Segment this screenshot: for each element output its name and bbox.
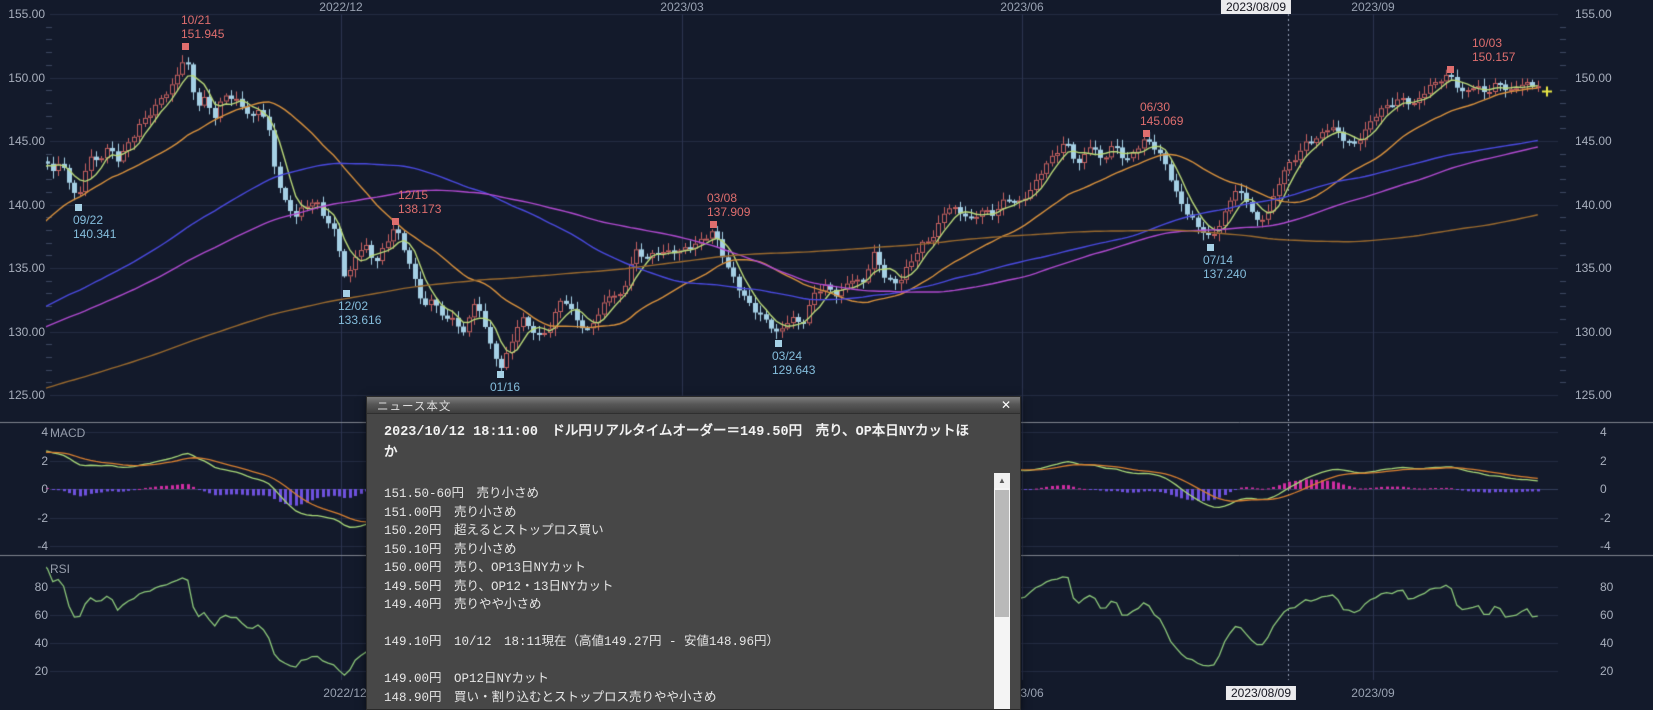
bottom-axis-label: 2022/12 bbox=[323, 686, 366, 700]
swing-point-marker bbox=[497, 371, 504, 378]
macd-tick-right: 0 bbox=[1600, 482, 1607, 496]
dialog-titlebar[interactable]: ニュース本文 ✕ bbox=[367, 397, 1020, 414]
macd-tick-left: 4 bbox=[8, 425, 48, 439]
macd-tick-right: -4 bbox=[1600, 539, 1611, 553]
swing-point-label: 06/30145.069 bbox=[1140, 100, 1183, 128]
news-headline: 2023/10/12 18:11:00 ドル円リアルタイムオーダー＝149.50… bbox=[384, 419, 975, 461]
price-tick-right: 130.00 bbox=[1575, 325, 1612, 339]
top-axis-label-selected: 2023/08/09 bbox=[1221, 0, 1291, 14]
rsi-tick-left: 60 bbox=[8, 608, 48, 622]
scrollbar[interactable]: ▲ bbox=[994, 473, 1010, 709]
bottom-axis-label-selected: 2023/08/09 bbox=[1226, 686, 1296, 700]
swing-point-marker bbox=[75, 204, 82, 211]
top-axis-label: 2023/09 bbox=[1351, 0, 1394, 14]
swing-point-marker bbox=[392, 218, 399, 225]
macd-panel-label: MACD bbox=[50, 426, 85, 440]
scroll-thumb[interactable] bbox=[995, 490, 1009, 617]
top-axis-label: 2023/03 bbox=[660, 0, 703, 14]
swing-point-label: 03/08137.909 bbox=[707, 191, 750, 219]
macd-tick-left: 0 bbox=[8, 482, 48, 496]
macd-tick-right: 4 bbox=[1600, 425, 1607, 439]
rsi-tick-right: 80 bbox=[1600, 580, 1613, 594]
swing-point-marker bbox=[710, 221, 717, 228]
macd-tick-right: -2 bbox=[1600, 511, 1611, 525]
macd-tick-left: 2 bbox=[8, 454, 48, 468]
rsi-tick-left: 80 bbox=[8, 580, 48, 594]
swing-point-label: 12/02133.616 bbox=[338, 299, 381, 327]
swing-point-marker bbox=[1207, 244, 1214, 251]
price-tick-left: 145.00 bbox=[2, 134, 45, 148]
price-tick-left: 140.00 bbox=[2, 198, 45, 212]
trading-chart-root: MACD RSI 2022/12 2023/03 2023/06 2023/08/09… bbox=[0, 0, 1653, 710]
price-tick-right: 155.00 bbox=[1575, 7, 1612, 21]
swing-point-label: 07/14137.240 bbox=[1203, 253, 1246, 281]
price-tick-right: 145.00 bbox=[1575, 134, 1612, 148]
swing-point-marker bbox=[1447, 66, 1454, 73]
swing-point-label: 03/24129.643 bbox=[772, 349, 815, 377]
macd-tick-left: -2 bbox=[8, 511, 48, 525]
price-tick-left: 125.00 bbox=[2, 388, 45, 402]
rsi-tick-left: 40 bbox=[8, 636, 48, 650]
macd-tick-left: -4 bbox=[8, 539, 48, 553]
price-tick-right: 135.00 bbox=[1575, 261, 1612, 275]
price-tick-right: 125.00 bbox=[1575, 388, 1612, 402]
price-tick-left: 150.00 bbox=[2, 71, 45, 85]
swing-point-marker bbox=[182, 43, 189, 50]
swing-point-label: 10/03150.157 bbox=[1472, 36, 1515, 64]
swing-point-marker bbox=[343, 290, 350, 297]
swing-point-marker bbox=[775, 340, 782, 347]
price-tick-left: 135.00 bbox=[2, 261, 45, 275]
rsi-tick-left: 20 bbox=[8, 664, 48, 678]
bottom-axis-label: 2023/09 bbox=[1351, 686, 1394, 700]
price-tick-left: 155.00 bbox=[2, 7, 45, 21]
scroll-up-icon[interactable]: ▲ bbox=[994, 473, 1010, 488]
close-icon[interactable]: ✕ bbox=[1001, 397, 1011, 414]
swing-point-label: 09/22140.341 bbox=[73, 213, 116, 241]
dialog-title: ニュース本文 bbox=[377, 398, 451, 414]
macd-tick-right: 2 bbox=[1600, 454, 1607, 468]
price-tick-right: 150.00 bbox=[1575, 71, 1612, 85]
rsi-tick-right: 40 bbox=[1600, 636, 1613, 650]
swing-point-label: 10/21151.945 bbox=[181, 13, 224, 41]
price-tick-right: 140.00 bbox=[1575, 198, 1612, 212]
swing-point-label: 12/15138.173 bbox=[398, 188, 441, 216]
news-body-text: 151.50-60円 売り小さめ 151.00円 売り小さめ 150.20円 超… bbox=[384, 485, 972, 709]
top-axis-label: 2023/06 bbox=[1000, 0, 1043, 14]
rsi-tick-right: 20 bbox=[1600, 664, 1613, 678]
top-axis-label: 2022/12 bbox=[319, 0, 362, 14]
price-tick-left: 130.00 bbox=[2, 325, 45, 339]
rsi-panel-label: RSI bbox=[50, 562, 70, 576]
news-dialog: ニュース本文 ✕ 2023/10/12 18:11:00 ドル円リアルタイムオー… bbox=[366, 396, 1021, 710]
rsi-tick-right: 60 bbox=[1600, 608, 1613, 622]
swing-point-marker bbox=[1143, 130, 1150, 137]
